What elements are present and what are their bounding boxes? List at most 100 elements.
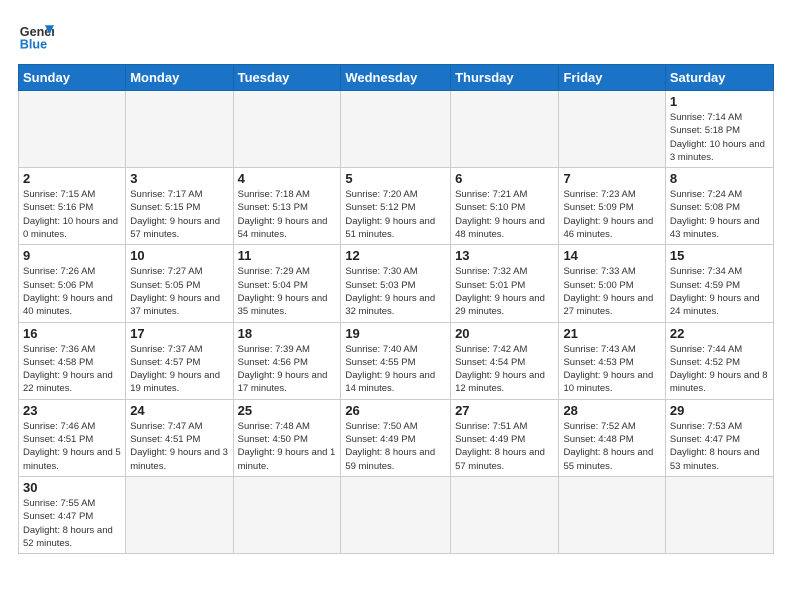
calendar-cell: 23 Sunrise: 7:46 AM Sunset: 4:51 PM Dayli… [19,399,126,476]
calendar-cell: 5Sunrise: 7:20 AM Sunset: 5:12 PM Daylig… [341,168,451,245]
weekday-header-friday: Friday [559,65,665,91]
calendar-cell [233,91,341,168]
calendar-week-row: 2 Sunrise: 7:15 AM Sunset: 5:16 PM Daylig… [19,168,774,245]
day-number: 20 [455,326,554,341]
svg-text:Blue: Blue [20,38,47,52]
day-info: Sunrise: 7:52 AM Sunset: 4:48 PM Dayligh… [563,420,660,473]
logo: General Blue [18,18,54,54]
day-number: 8 [670,171,769,186]
calendar-cell [559,91,665,168]
day-info: Sunrise: 7:36 AM Sunset: 4:58 PM Dayligh… [23,343,121,396]
day-number: 4 [238,171,337,186]
calendar-cell [233,476,341,553]
day-number: 26 [345,403,446,418]
calendar-cell: 27 Sunrise: 7:51 AM Sunset: 4:49 PM Dayli… [451,399,559,476]
calendar-table: SundayMondayTuesdayWednesdayThursdayFrid… [18,64,774,554]
day-info: Sunrise: 7:15 AM Sunset: 5:16 PM Dayligh… [23,188,121,241]
weekday-header-row: SundayMondayTuesdayWednesdayThursdayFrid… [19,65,774,91]
day-number: 24 [130,403,228,418]
day-number: 11 [238,248,337,263]
day-number: 10 [130,248,228,263]
calendar-cell: 12 Sunrise: 7:30 AM Sunset: 5:03 PM Dayli… [341,245,451,322]
calendar-cell: 13Sunrise: 7:32 AM Sunset: 5:01 PM Dayli… [451,245,559,322]
calendar-cell [341,91,451,168]
weekday-header-sunday: Sunday [19,65,126,91]
day-info: Sunrise: 7:18 AM Sunset: 5:13 PM Dayligh… [238,188,337,241]
day-info: Sunrise: 7:29 AM Sunset: 5:04 PM Dayligh… [238,265,337,318]
day-info: Sunrise: 7:42 AM Sunset: 4:54 PM Dayligh… [455,343,554,396]
day-number: 9 [23,248,121,263]
day-number: 29 [670,403,769,418]
calendar-week-row: 1Sunrise: 7:14 AM Sunset: 5:18 PM Daylig… [19,91,774,168]
day-info: Sunrise: 7:14 AM Sunset: 5:18 PM Dayligh… [670,111,769,164]
day-number: 16 [23,326,121,341]
day-info: Sunrise: 7:20 AM Sunset: 5:12 PM Dayligh… [345,188,446,241]
day-info: Sunrise: 7:26 AM Sunset: 5:06 PM Dayligh… [23,265,121,318]
day-info: Sunrise: 7:21 AM Sunset: 5:10 PM Dayligh… [455,188,554,241]
day-number: 28 [563,403,660,418]
day-info: Sunrise: 7:44 AM Sunset: 4:52 PM Dayligh… [670,343,769,396]
day-info: Sunrise: 7:24 AM Sunset: 5:08 PM Dayligh… [670,188,769,241]
calendar-cell [341,476,451,553]
calendar-week-row: 9 Sunrise: 7:26 AM Sunset: 5:06 PM Daylig… [19,245,774,322]
calendar-cell: 29Sunrise: 7:53 AM Sunset: 4:47 PM Dayli… [665,399,773,476]
calendar-cell [19,91,126,168]
day-number: 2 [23,171,121,186]
calendar-cell: 21 Sunrise: 7:43 AM Sunset: 4:53 PM Dayli… [559,322,665,399]
day-info: Sunrise: 7:17 AM Sunset: 5:15 PM Dayligh… [130,188,228,241]
day-info: Sunrise: 7:50 AM Sunset: 4:49 PM Dayligh… [345,420,446,473]
day-info: Sunrise: 7:30 AM Sunset: 5:03 PM Dayligh… [345,265,446,318]
day-number: 25 [238,403,337,418]
day-info: Sunrise: 7:40 AM Sunset: 4:55 PM Dayligh… [345,343,446,396]
weekday-header-wednesday: Wednesday [341,65,451,91]
day-number: 30 [23,480,121,495]
day-info: Sunrise: 7:46 AM Sunset: 4:51 PM Dayligh… [23,420,121,473]
day-info: Sunrise: 7:39 AM Sunset: 4:56 PM Dayligh… [238,343,337,396]
weekday-header-saturday: Saturday [665,65,773,91]
calendar-cell: 25Sunrise: 7:48 AM Sunset: 4:50 PM Dayli… [233,399,341,476]
day-number: 14 [563,248,660,263]
calendar-cell: 9 Sunrise: 7:26 AM Sunset: 5:06 PM Daylig… [19,245,126,322]
calendar-cell: 26 Sunrise: 7:50 AM Sunset: 4:49 PM Dayli… [341,399,451,476]
calendar-cell: 4 Sunrise: 7:18 AM Sunset: 5:13 PM Daylig… [233,168,341,245]
calendar-cell: 19Sunrise: 7:40 AM Sunset: 4:55 PM Dayli… [341,322,451,399]
calendar-week-row: 23 Sunrise: 7:46 AM Sunset: 4:51 PM Dayli… [19,399,774,476]
weekday-header-tuesday: Tuesday [233,65,341,91]
calendar-cell: 1Sunrise: 7:14 AM Sunset: 5:18 PM Daylig… [665,91,773,168]
weekday-header-thursday: Thursday [451,65,559,91]
calendar-cell [665,476,773,553]
calendar-cell: 28 Sunrise: 7:52 AM Sunset: 4:48 PM Dayli… [559,399,665,476]
page: General Blue SundayMondayTuesdayWednesda… [0,0,792,612]
calendar-cell: 2 Sunrise: 7:15 AM Sunset: 5:16 PM Daylig… [19,168,126,245]
day-info: Sunrise: 7:51 AM Sunset: 4:49 PM Dayligh… [455,420,554,473]
day-number: 21 [563,326,660,341]
calendar-cell [451,476,559,553]
calendar-cell: 11 Sunrise: 7:29 AM Sunset: 5:04 PM Dayli… [233,245,341,322]
day-info: Sunrise: 7:55 AM Sunset: 4:47 PM Dayligh… [23,497,121,550]
day-number: 15 [670,248,769,263]
day-info: Sunrise: 7:37 AM Sunset: 4:57 PM Dayligh… [130,343,228,396]
day-info: Sunrise: 7:27 AM Sunset: 5:05 PM Dayligh… [130,265,228,318]
day-number: 18 [238,326,337,341]
calendar-cell: 30 Sunrise: 7:55 AM Sunset: 4:47 PM Dayli… [19,476,126,553]
calendar-cell: 24Sunrise: 7:47 AM Sunset: 4:51 PM Dayli… [126,399,233,476]
calendar-cell: 17Sunrise: 7:37 AM Sunset: 4:57 PM Dayli… [126,322,233,399]
calendar-week-row: 30 Sunrise: 7:55 AM Sunset: 4:47 PM Dayli… [19,476,774,553]
calendar-cell: 6 Sunrise: 7:21 AM Sunset: 5:10 PM Daylig… [451,168,559,245]
calendar-cell [126,476,233,553]
day-info: Sunrise: 7:43 AM Sunset: 4:53 PM Dayligh… [563,343,660,396]
calendar-cell: 16 Sunrise: 7:36 AM Sunset: 4:58 PM Dayli… [19,322,126,399]
day-number: 6 [455,171,554,186]
header: General Blue [18,18,774,54]
calendar-cell: 22Sunrise: 7:44 AM Sunset: 4:52 PM Dayli… [665,322,773,399]
day-info: Sunrise: 7:23 AM Sunset: 5:09 PM Dayligh… [563,188,660,241]
calendar-cell: 15Sunrise: 7:34 AM Sunset: 4:59 PM Dayli… [665,245,773,322]
day-number: 27 [455,403,554,418]
weekday-header-monday: Monday [126,65,233,91]
day-number: 13 [455,248,554,263]
day-number: 12 [345,248,446,263]
calendar-cell: 3Sunrise: 7:17 AM Sunset: 5:15 PM Daylig… [126,168,233,245]
day-number: 23 [23,403,121,418]
calendar-cell [126,91,233,168]
calendar-cell: 8 Sunrise: 7:24 AM Sunset: 5:08 PM Daylig… [665,168,773,245]
